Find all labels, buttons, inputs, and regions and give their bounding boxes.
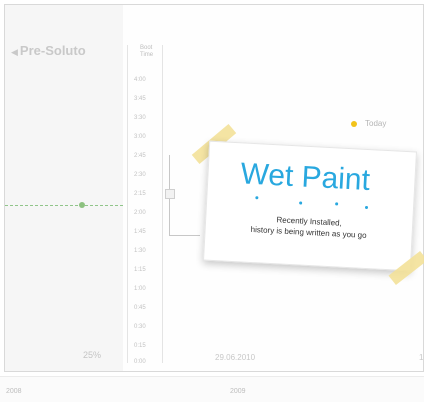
- axis-tick: 0:45: [134, 305, 146, 311]
- baseline-dashed-line: [5, 205, 123, 206]
- axis-tick: 1:30: [134, 248, 146, 254]
- axis-tick: 0:00: [134, 359, 146, 365]
- axis-header: Boot Time: [140, 45, 153, 59]
- axis-tick: 2:00: [134, 210, 146, 216]
- year-label-right: 2009: [230, 388, 246, 395]
- axis-tick: 2:30: [134, 172, 146, 178]
- axis-tick: 3:30: [134, 115, 146, 121]
- pre-soluto-title[interactable]: ◀ Pre-Soluto: [11, 43, 86, 58]
- timeline-edge-label: 1: [419, 353, 424, 362]
- axis-tick: 2:15: [134, 191, 146, 197]
- paint-drip-icon: [299, 201, 303, 205]
- today-label: Today: [365, 119, 387, 128]
- wet-paint-title: Wet Paint: [239, 157, 371, 198]
- axis-tick: 1:45: [134, 229, 146, 235]
- paint-drip-icon: [364, 205, 369, 210]
- left-arrow-icon: ◀: [11, 47, 18, 57]
- year-label-left: 2008: [6, 388, 22, 395]
- pre-soluto-label: Pre-Soluto: [19, 43, 86, 58]
- paint-drip-icon: [255, 196, 259, 200]
- paint-drip-icon: [335, 202, 339, 206]
- pre-soluto-panel: ◀ Pre-Soluto 25%: [5, 5, 123, 371]
- axis-tick: 3:00: [134, 134, 146, 140]
- axis-tick: 3:45: [134, 96, 146, 102]
- wet-paint-note: Wet Paint Recently Installed, history is…: [203, 140, 417, 272]
- today-dot-icon: [351, 120, 357, 127]
- axis-tick: 1:15: [134, 267, 146, 273]
- axis-tick: 0:15: [134, 343, 146, 349]
- axis-tick: 0:30: [134, 324, 146, 330]
- axis-tick: 4:00: [134, 77, 146, 83]
- axis-header-line1: Boot: [140, 45, 153, 51]
- boot-time-axis: Boot Time 4:00 3:45 3:30 3:00 2:45 2:30 …: [127, 45, 163, 365]
- today-legend: Today: [351, 119, 386, 128]
- axis-tick: 2:45: [134, 153, 146, 159]
- year-timeline-strip: [0, 376, 424, 402]
- percent-label: 25%: [83, 350, 102, 360]
- baseline-dot[interactable]: [79, 202, 85, 208]
- axis-tick: 1:00: [134, 286, 146, 292]
- timeline-drag-handle[interactable]: [165, 189, 175, 199]
- timeline-date-label: 29.06.2010: [215, 353, 256, 362]
- axis-header-line2: Time: [140, 52, 154, 58]
